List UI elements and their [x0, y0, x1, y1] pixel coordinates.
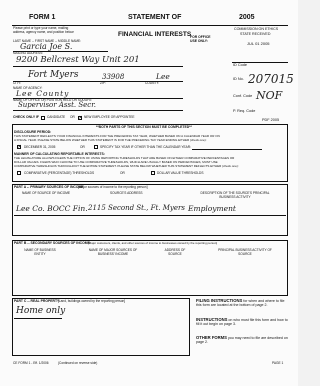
footer-page: PAGE 1 — [272, 361, 284, 365]
part-b-col-sources: NAME OF MAJOR SOURCES OF BUSINESS' INCOM… — [88, 248, 138, 256]
pdf-mark: PDF 2005 — [262, 118, 280, 122]
stamp-line2: STATE RECEIVED — [240, 32, 271, 36]
part-c-heading: PART C -- REAL PROPERTY — [14, 299, 60, 303]
form-year: 2005 — [239, 14, 255, 21]
check-only-label: CHECK ONLY IF — [13, 115, 39, 119]
manner-or: OR — [120, 170, 125, 175]
disclosure-or: OR — [80, 144, 85, 149]
form-page: FORM 1 STATEMENT OF 2005 Please print or… — [0, 0, 298, 386]
form-title-line1: STATEMENT OF — [128, 14, 182, 21]
candidate-label: CANDIDATE — [47, 115, 66, 119]
dollar-value-checkbox[interactable] — [151, 171, 155, 175]
id-no-value: 207015 — [248, 72, 294, 86]
position-field[interactable]: Supervisor Asst. Secr. — [18, 101, 96, 109]
footer-continued: (Continued on reverse side) — [58, 361, 98, 365]
city-field[interactable]: Fort Myers — [28, 70, 79, 80]
part-a-col-address: SOURCE'S ADDRESS — [110, 191, 143, 195]
mailing-field[interactable]: 9200 Bellcrest Way Unit 201 — [16, 55, 140, 65]
part-a-source-name[interactable]: Lee Co. BOCC Fin. — [16, 204, 88, 213]
part-a-col-description: DESCRIPTION OF THE SOURCE'S PRINCIPAL BU… — [200, 191, 270, 199]
part-b-subheading: [Major customers, clients, and other sou… — [88, 241, 218, 245]
position-underline — [13, 110, 183, 111]
form-number: FORM 1 — [29, 14, 56, 21]
part-b-col-entity: NAME OF BUSINESS ENTITY — [24, 248, 56, 256]
part-c-subheading: [Land, buildings owned by the reporting … — [58, 299, 126, 303]
instructions-text: Please print or type your name, mailing … — [13, 26, 75, 34]
december-label: DECEMBER 31, 2005 — [24, 144, 56, 149]
filing-instructions-block: FILING INSTRUCTIONS for when and where t… — [196, 298, 288, 307]
part-c-underline — [14, 318, 62, 319]
conf-code-value: NOF — [256, 89, 283, 102]
or-label: OR — [70, 115, 75, 119]
stamp-date: JUL 01 2005 — [247, 41, 270, 46]
new-employee-checkbox[interactable] — [78, 115, 83, 121]
part-b-heading: PART B -- SECONDARY SOURCES OF INCOME — [14, 241, 90, 245]
agency-field[interactable]: Lee County — [16, 89, 69, 98]
december-checkbox[interactable] — [17, 144, 22, 150]
id-rule-1 — [232, 62, 288, 63]
part-a-heading: PART A -- PRIMARY SOURCES OF INCOME — [14, 185, 84, 189]
footer-form-id: CE FORM 1 - Eff. 1/2006 — [13, 361, 49, 365]
comparative-checkbox[interactable] — [17, 171, 21, 175]
county-label: COUNTY: — [145, 81, 160, 85]
manner-text-3: COMPARATIVE THRESHOLDS THROUGHOUT THE EN… — [14, 164, 239, 168]
specify-year-label: SPECIFY TAX YEAR IF OTHER THAN THE CALEN… — [100, 144, 191, 149]
disclosure-text-2: A FISCAL YEAR. PLEASE STATE BELOW WHETHE… — [14, 138, 207, 142]
other-forms-block: OTHER FORMS you may need to file are des… — [196, 335, 288, 344]
candidate-checkbox[interactable] — [41, 115, 45, 120]
id-no-label: ID No. — [233, 77, 244, 81]
part-a-source-description[interactable]: Employment — [188, 204, 236, 213]
new-employee-label: NEW EMPLOYEE OR APPOINTEE — [84, 115, 135, 119]
county-field[interactable]: Lee — [156, 72, 170, 81]
part-a-row-line — [14, 215, 286, 216]
form-title-line2: FINANCIAL INTERESTS — [118, 31, 192, 38]
part-a-col-name: NAME OF SOURCE OF INCOME — [22, 191, 70, 195]
zip-field[interactable]: 33908 — [102, 73, 124, 81]
zip-label: ZIP: — [100, 81, 106, 85]
p-req-label: P. Req. Code — [233, 109, 256, 113]
part-b-col-activity: PRINCIPAL BUSINESS ACTIVITY OF SOURCE — [218, 248, 272, 256]
specify-year-line — [192, 149, 262, 150]
part-a-subheading: [Major sources of income to the reportin… — [78, 185, 148, 189]
part-b-col-address: ADDRESS OF SOURCE — [164, 248, 186, 256]
office-use-label: FOR OFFICE USE ONLY: — [190, 35, 211, 43]
conf-code-label: Conf. Code — [233, 94, 253, 98]
both-parts-note: **BOTH PARTS OF THIS SECTION MUST BE COM… — [96, 125, 192, 129]
part-c-value[interactable]: Home only — [16, 306, 65, 316]
comparative-label: COMPARATIVE (PERCENTAGE) THRESHOLDS — [24, 170, 95, 175]
id-code-label: ID Code — [233, 63, 247, 67]
part-a-source-address[interactable]: 2115 Second St., Ft. Myers — [88, 204, 185, 212]
dollar-value-label: DOLLAR VALUE THRESHOLDS — [157, 170, 204, 175]
instructions-block: INSTRUCTIONS on who must file this form … — [196, 317, 288, 326]
specify-year-checkbox[interactable] — [94, 145, 98, 149]
name-field[interactable]: Garcia Joe S. — [20, 42, 72, 51]
mailing-underline — [13, 66, 183, 67]
